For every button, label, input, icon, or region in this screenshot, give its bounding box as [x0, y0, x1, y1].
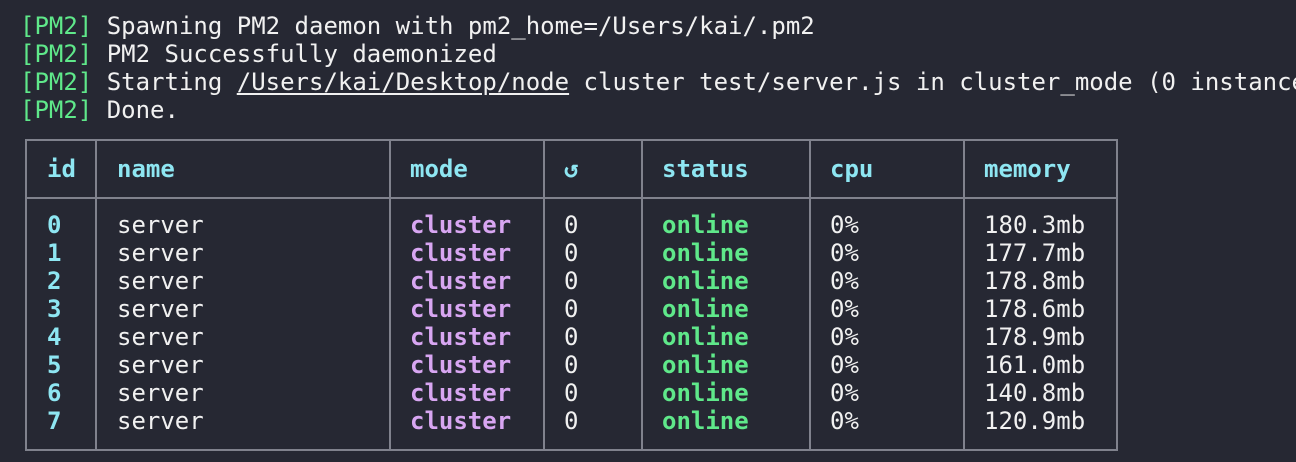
cell-cpu: 0%	[830, 379, 859, 407]
cell-restart: 0	[564, 323, 579, 351]
table-row: 2 server cluster 0 online 0% 178.8mb	[27, 267, 1116, 295]
cell-cpu: 0%	[830, 407, 859, 435]
process-table: id name mode ↺ status cpu memory 0 serve…	[25, 139, 1118, 451]
log-text: PM2 Successfully daemonized	[92, 40, 497, 68]
header-memory: memory	[984, 155, 1071, 183]
cell-status: online	[662, 267, 749, 295]
cell-name: server	[117, 407, 204, 435]
cell-cpu: 0%	[830, 295, 859, 323]
pm2-tag: [PM2]	[20, 12, 93, 40]
cell-mode: cluster	[410, 295, 512, 323]
cell-mode: cluster	[410, 267, 512, 295]
header-cpu: cpu	[830, 155, 874, 183]
cell-name: server	[117, 379, 204, 407]
cell-cpu: 0%	[830, 351, 859, 379]
cell-mode: cluster	[410, 351, 512, 379]
table-row: 3 server cluster 0 online 0% 178.6mb	[27, 295, 1116, 323]
cell-restart: 0	[564, 407, 579, 435]
cell-id: 1	[47, 239, 62, 267]
cell-cpu: 0%	[830, 267, 859, 295]
cell-restart: 0	[564, 379, 579, 407]
table-row: 5 server cluster 0 online 0% 161.0mb	[27, 351, 1116, 379]
cell-name: server	[117, 211, 204, 239]
cell-mode: cluster	[410, 407, 512, 435]
cell-mode: cluster	[410, 323, 512, 351]
cell-id: 2	[47, 267, 62, 295]
cell-mode: cluster	[410, 211, 512, 239]
cell-mode: cluster	[410, 239, 512, 267]
cell-id: 6	[47, 379, 62, 407]
cell-status: online	[662, 211, 749, 239]
header-divider	[27, 197, 1116, 199]
log-line-starting: [PM2] Starting /Users/kai/Desktop/node c…	[20, 68, 1296, 96]
cell-cpu: 0%	[830, 211, 859, 239]
header-name: name	[117, 155, 175, 183]
path-link[interactable]: /Users/kai/Desktop/node	[237, 68, 569, 96]
cell-status: online	[662, 351, 749, 379]
pm2-tag: [PM2]	[20, 68, 93, 96]
cell-memory: 180.3mb	[984, 211, 1086, 239]
cell-restart: 0	[564, 351, 579, 379]
cell-mode: cluster	[410, 379, 512, 407]
cell-memory: 178.8mb	[984, 267, 1086, 295]
cell-memory: 178.6mb	[984, 295, 1086, 323]
cell-restart: 0	[564, 295, 579, 323]
cell-memory: 178.9mb	[984, 323, 1086, 351]
restart-icon: ↺	[564, 155, 579, 183]
table-row: 7 server cluster 0 online 0% 120.9mb	[27, 407, 1116, 435]
log-line-daemonized: [PM2] PM2 Successfully daemonized	[20, 40, 1296, 68]
cell-name: server	[117, 295, 204, 323]
terminal-log: [PM2] Spawning PM2 daemon with pm2_home=…	[20, 12, 1296, 124]
cell-id: 0	[47, 211, 62, 239]
cell-restart: 0	[564, 239, 579, 267]
cell-status: online	[662, 323, 749, 351]
header-id: id	[47, 155, 76, 183]
cell-memory: 161.0mb	[984, 351, 1086, 379]
table-row: 0 server cluster 0 online 0% 180.3mb	[27, 211, 1116, 239]
header-status: status	[662, 155, 749, 183]
cell-memory: 120.9mb	[984, 407, 1086, 435]
cell-restart: 0	[564, 211, 579, 239]
cell-id: 4	[47, 323, 62, 351]
log-text: Starting	[92, 68, 237, 96]
cell-name: server	[117, 351, 204, 379]
cell-id: 3	[47, 295, 62, 323]
cell-status: online	[662, 407, 749, 435]
table-row: 1 server cluster 0 online 0% 177.7mb	[27, 239, 1116, 267]
log-line-spawning: [PM2] Spawning PM2 daemon with pm2_home=…	[20, 12, 1296, 40]
table-row: 6 server cluster 0 online 0% 140.8mb	[27, 379, 1116, 407]
pm2-tag: [PM2]	[20, 96, 93, 124]
pm2-tag: [PM2]	[20, 40, 93, 68]
cell-memory: 140.8mb	[984, 379, 1086, 407]
cell-name: server	[117, 239, 204, 267]
cell-name: server	[117, 267, 204, 295]
cell-status: online	[662, 295, 749, 323]
log-text: Spawning PM2 daemon with pm2_home=/Users…	[92, 12, 815, 40]
table-row: 4 server cluster 0 online 0% 178.9mb	[27, 323, 1116, 351]
cell-id: 7	[47, 407, 62, 435]
cell-status: online	[662, 239, 749, 267]
cell-name: server	[117, 323, 204, 351]
header-mode: mode	[410, 155, 468, 183]
log-text: Done.	[92, 96, 179, 124]
cell-cpu: 0%	[830, 323, 859, 351]
log-line-done: [PM2] Done.	[20, 96, 1296, 124]
cell-restart: 0	[564, 267, 579, 295]
cell-status: online	[662, 379, 749, 407]
cell-id: 5	[47, 351, 62, 379]
cell-cpu: 0%	[830, 239, 859, 267]
cell-memory: 177.7mb	[984, 239, 1086, 267]
log-text-rest: cluster test/server.js in cluster_mode (…	[569, 68, 1296, 96]
